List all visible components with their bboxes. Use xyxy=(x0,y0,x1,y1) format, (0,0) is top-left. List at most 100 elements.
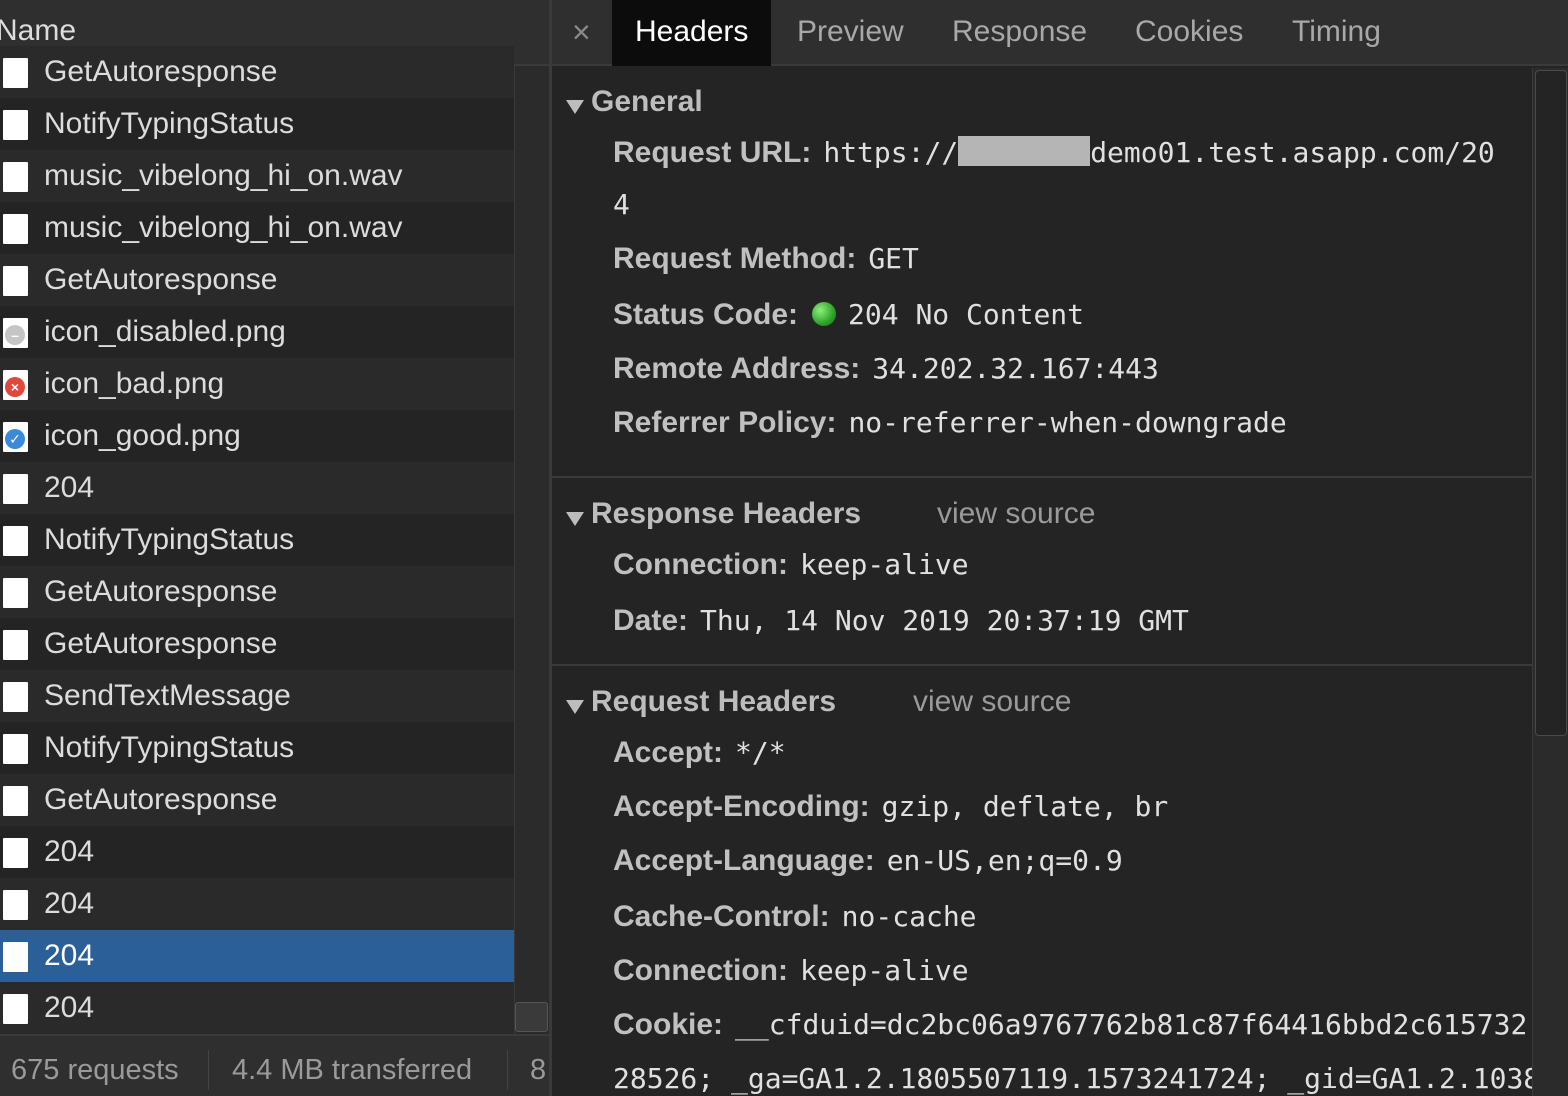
scrollbar-thumb[interactable] xyxy=(515,1002,548,1032)
request-name: 204 xyxy=(44,835,95,868)
response-headers-toggle[interactable]: Response Headers view source xyxy=(552,492,1532,542)
referrer-policy-value: no-referrer-when-downgrade xyxy=(848,406,1287,439)
accept-encoding-value: gzip, deflate, br xyxy=(881,790,1169,823)
network-status-bar: 675 requests 4.4 MB transferred 8 xyxy=(0,1034,549,1096)
good-image-icon: ✓ xyxy=(3,422,28,452)
connection-value: keep-alive xyxy=(799,954,969,987)
request-url-key: Request URL: xyxy=(613,136,812,169)
file-icon xyxy=(3,578,28,608)
connection-value: keep-alive xyxy=(799,548,969,581)
request-row[interactable]: NotifyTypingStatus xyxy=(0,514,514,566)
request-name: NotifyTypingStatus xyxy=(44,107,295,140)
expand-triangle-icon xyxy=(566,100,584,114)
request-row[interactable]: NotifyTypingStatus xyxy=(0,98,514,150)
request-list-pane: Name GetAutoresponse NotifyTypingStatus mu… xyxy=(0,0,549,1096)
scrollbar-thumb[interactable] xyxy=(1535,70,1567,736)
response-view-source-link[interactable]: view source xyxy=(937,497,1095,531)
cache-control-key: Cache-Control: xyxy=(613,900,830,933)
request-name: icon_disabled.png xyxy=(44,315,286,348)
close-icon[interactable]: × xyxy=(572,14,591,51)
status-divider xyxy=(507,1050,508,1090)
request-row[interactable]: 204 xyxy=(0,826,514,878)
accept-value: */* xyxy=(735,736,786,769)
tab-headers[interactable]: Headers xyxy=(612,0,772,66)
file-icon xyxy=(3,734,28,764)
file-icon xyxy=(3,162,28,192)
file-icon xyxy=(3,682,28,712)
request-view-source-link[interactable]: view source xyxy=(913,685,1071,719)
request-details-pane: × Headers Preview Response Cookies Timin… xyxy=(552,0,1568,1096)
connection-key: Connection: xyxy=(613,954,788,987)
request-row[interactable]: – icon_disabled.png xyxy=(0,306,514,358)
cookie-value-line1: __cfduid=dc2bc06a9767762b81c87f64416bbd2… xyxy=(735,1008,1528,1041)
request-row[interactable]: music_vibelong_hi_on.wav xyxy=(0,150,514,202)
tab-cookies[interactable]: Cookies xyxy=(1112,0,1266,66)
accept-encoding-row: Accept-Encoding: gzip, deflate, br xyxy=(552,790,1532,844)
tab-timing[interactable]: Timing xyxy=(1269,0,1404,66)
general-section-toggle[interactable]: General xyxy=(552,80,1532,130)
accept-encoding-key: Accept-Encoding: xyxy=(613,790,870,823)
request-row[interactable]: 204 xyxy=(0,930,514,982)
request-rows: GetAutoresponse NotifyTypingStatus music_v… xyxy=(0,46,514,1034)
file-icon xyxy=(3,526,28,556)
request-count: 675 requests xyxy=(11,1054,179,1086)
accept-language-key: Accept-Language: xyxy=(613,844,875,877)
request-headers-title: Request Headers xyxy=(591,685,837,718)
request-connection-row: Connection: keep-alive xyxy=(552,954,1532,1008)
accept-language-value: en-US,en;q=0.9 xyxy=(886,844,1123,877)
request-row[interactable]: × icon_bad.png xyxy=(0,358,514,410)
request-name: 204 xyxy=(44,887,95,920)
accept-key: Accept: xyxy=(613,736,724,769)
file-icon xyxy=(3,786,28,816)
date-key: Date: xyxy=(613,604,689,637)
request-row[interactable]: GetAutoresponse xyxy=(0,566,514,618)
request-name: 204 xyxy=(44,991,95,1024)
bad-image-icon: × xyxy=(3,370,28,400)
expand-triangle-icon xyxy=(566,512,584,526)
request-row[interactable]: ✓ icon_good.png xyxy=(0,410,514,462)
tab-response[interactable]: Response xyxy=(929,0,1110,66)
request-row[interactable]: SendTextMessage xyxy=(0,670,514,722)
request-row[interactable]: GetAutoresponse xyxy=(0,618,514,670)
details-scrollbar[interactable] xyxy=(1532,68,1568,1096)
file-icon xyxy=(3,994,28,1024)
request-name: music_vibelong_hi_on.wav xyxy=(44,211,403,244)
request-name: GetAutoresponse xyxy=(44,55,278,88)
request-name: icon_bad.png xyxy=(44,367,225,400)
referrer-policy-row: Referrer Policy: no-referrer-when-downgra… xyxy=(552,406,1532,460)
disabled-badge-icon: – xyxy=(5,325,25,345)
cookie-row: Cookie: __cfduid=dc2bc06a9767762b81c87f64… xyxy=(552,1008,1532,1062)
request-method-row: Request Method: GET xyxy=(552,242,1532,298)
date-value: Thu, 14 Nov 2019 20:37:19 GMT xyxy=(700,604,1189,637)
request-url-suffix: demo01.test.asapp.com/20 xyxy=(1090,136,1495,169)
tab-preview[interactable]: Preview xyxy=(774,0,927,66)
request-headers-toggle[interactable]: Request Headers view source xyxy=(552,680,1532,730)
request-name: GetAutoresponse xyxy=(44,263,278,296)
file-icon xyxy=(3,942,28,972)
request-row[interactable]: 204 xyxy=(0,878,514,930)
request-name: GetAutoresponse xyxy=(44,575,278,608)
request-row[interactable]: GetAutoresponse xyxy=(0,254,514,306)
response-headers-title: Response Headers xyxy=(591,497,862,530)
name-column-header[interactable]: Name xyxy=(0,14,76,48)
request-row[interactable]: 204 xyxy=(0,462,514,514)
file-icon xyxy=(3,58,28,88)
file-icon xyxy=(3,214,28,244)
bad-badge-icon: × xyxy=(5,377,25,397)
request-row[interactable]: GetAutoresponse xyxy=(0,774,514,826)
request-name: GetAutoresponse xyxy=(44,627,278,660)
cookie-wrap-row: 28526; _ga=GA1.2.1805507119.1573241724; … xyxy=(552,1062,1532,1096)
request-row[interactable]: music_vibelong_hi_on.wav xyxy=(0,202,514,254)
request-name: music_vibelong_hi_on.wav xyxy=(44,159,403,192)
request-row[interactable]: GetAutoresponse xyxy=(0,46,514,98)
response-headers-section: Response Headers view source Connection:… xyxy=(552,478,1532,666)
request-row[interactable]: 204 xyxy=(0,982,514,1034)
remote-address-row: Remote Address: 34.202.32.167:443 xyxy=(552,352,1532,406)
request-row[interactable]: NotifyTypingStatus xyxy=(0,722,514,774)
details-tab-bar: × Headers Preview Response Cookies Timin… xyxy=(552,0,1568,66)
file-icon xyxy=(3,474,28,504)
request-method-key: Request Method: xyxy=(613,242,857,275)
request-list-scrollbar[interactable] xyxy=(514,66,549,1034)
transferred-size: 4.4 MB transferred xyxy=(232,1054,473,1086)
request-url-wrap: 4 xyxy=(613,188,630,221)
